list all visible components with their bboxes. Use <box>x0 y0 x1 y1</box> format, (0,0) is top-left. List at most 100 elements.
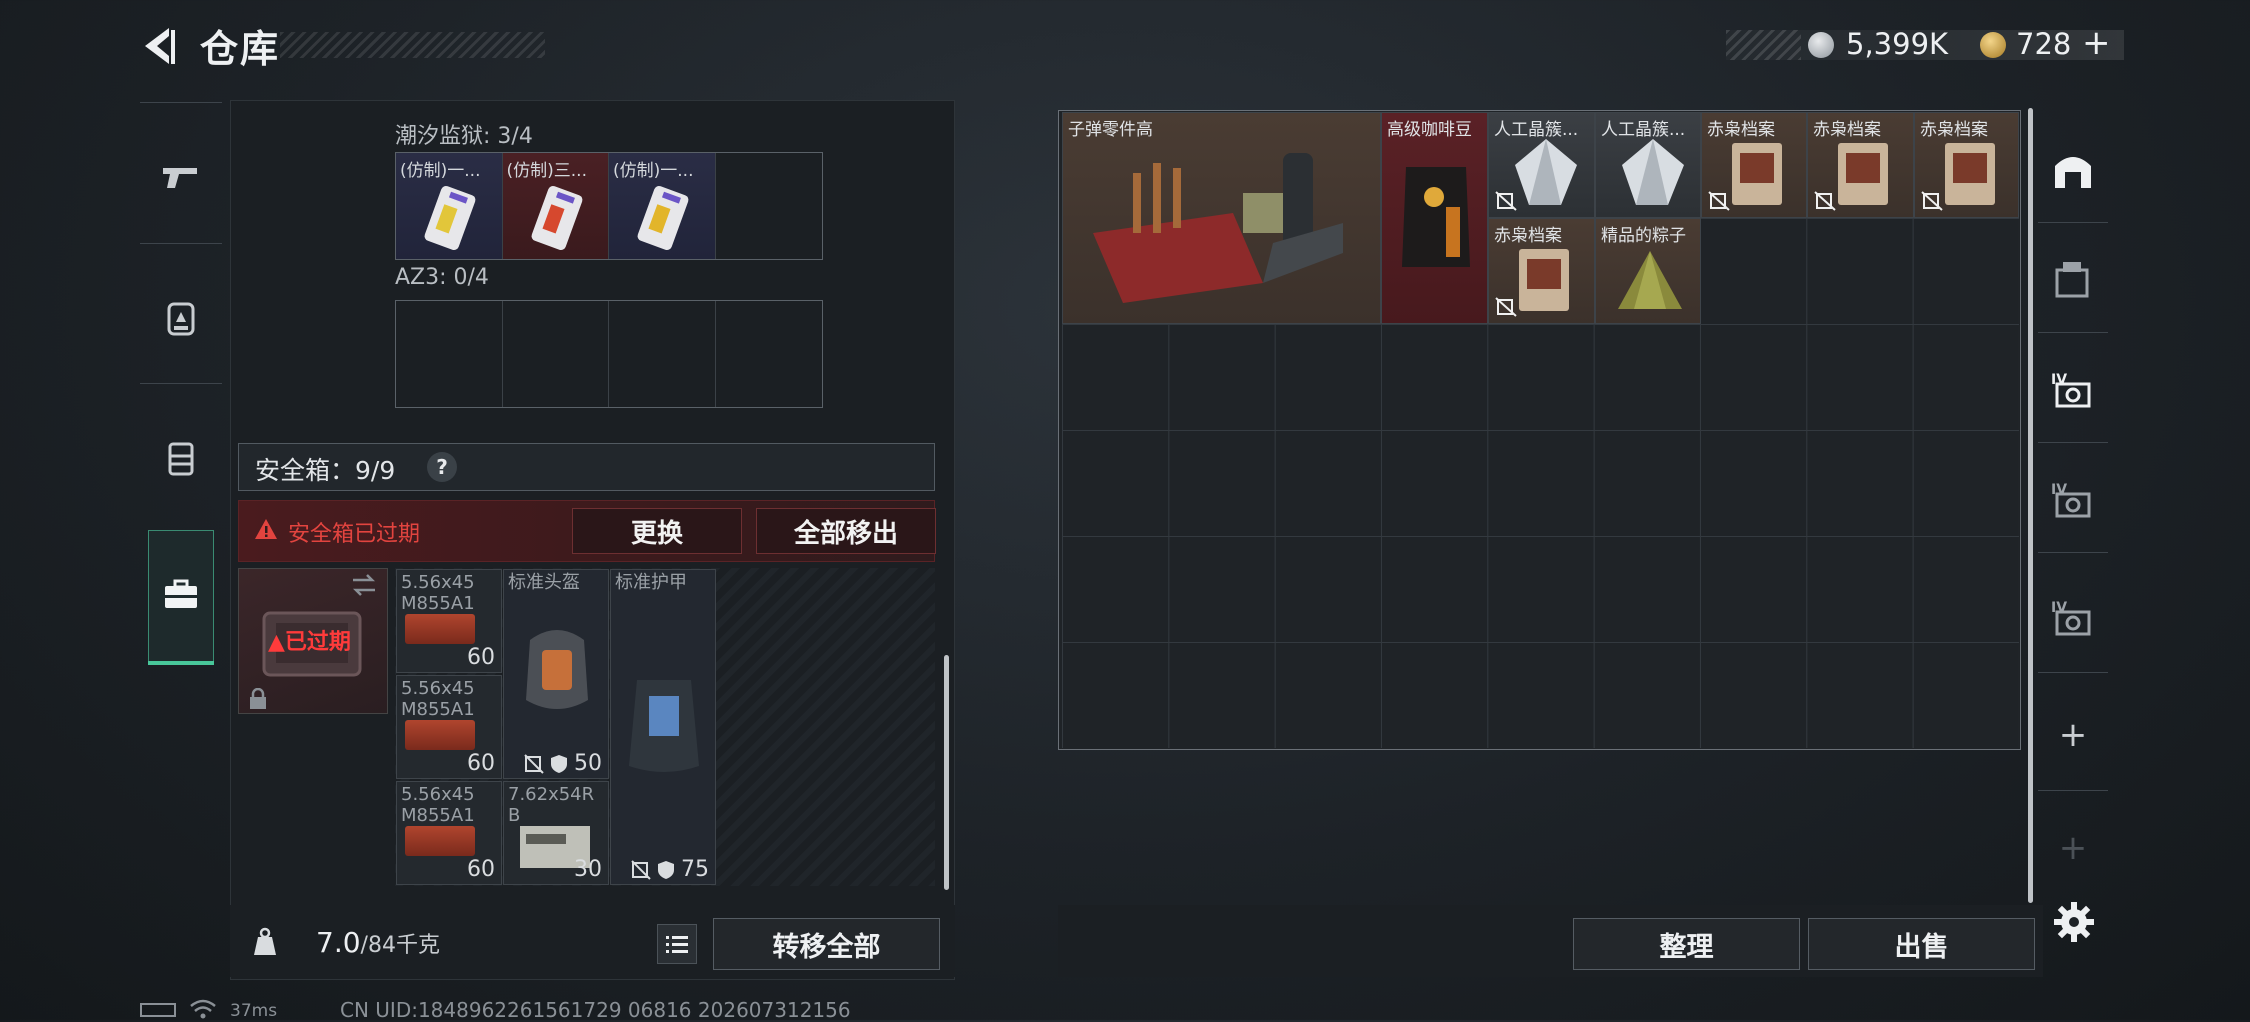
item-stats: 75 <box>631 857 709 882</box>
armor-icon <box>629 680 699 772</box>
gold-coin-icon <box>1980 32 2006 58</box>
stash-item[interactable]: 人工晶簇... <box>1488 112 1595 218</box>
swap-icon[interactable] <box>350 572 378 598</box>
helmet-item[interactable]: 标准头盔 50 <box>503 569 609 779</box>
item-stats: 50 <box>524 751 602 776</box>
stash-item[interactable]: 人工晶簇... <box>1595 112 1701 218</box>
list-icon <box>666 936 688 953</box>
empty-slot[interactable] <box>609 301 716 407</box>
tab-separator <box>2038 790 2108 791</box>
tab-separator <box>2038 672 2108 673</box>
ammo-item[interactable]: 5.56x45 M855A1 60 <box>396 675 502 779</box>
tab-separator <box>140 383 222 384</box>
lock-icon <box>250 688 266 709</box>
item-count: 60 <box>467 857 495 882</box>
stash-item[interactable]: 精品的粽子 <box>1595 218 1701 324</box>
weight-max: /84千克 <box>360 933 440 958</box>
az3-label: AZ3: 0/4 <box>395 265 489 290</box>
ammo-box-icon <box>405 826 475 856</box>
stash-crate-icon <box>2055 262 2089 298</box>
gear-icon[interactable] <box>2052 900 2096 944</box>
stash-item[interactable]: 高级咖啡豆 <box>1381 112 1488 324</box>
stash-item[interactable]: 赤枭档案 <box>1914 112 2019 218</box>
tidal-prison-label: 潮汐监狱: 3/4 <box>395 124 533 149</box>
tab-stash-iv-2[interactable]: IV <box>2038 460 2108 540</box>
tab-stash-main[interactable] <box>2038 130 2108 210</box>
keycard-name: (仿制)一... <box>400 161 481 181</box>
empty-slot[interactable] <box>716 153 823 259</box>
svg-text:IV: IV <box>2051 600 2067 616</box>
briefcase-icon <box>165 579 197 608</box>
keycard-slot[interactable]: (仿制)三... <box>502 153 609 259</box>
add-currency-button[interactable]: + <box>2082 23 2111 63</box>
scrollbar[interactable] <box>2028 108 2033 903</box>
workbench-icon <box>1093 153 1343 303</box>
tab-separator <box>2038 442 2108 443</box>
move-all-out-button[interactable]: 全部移出 <box>756 508 936 554</box>
tab-stash-2[interactable] <box>2038 240 2108 320</box>
empty-slot[interactable] <box>716 301 823 407</box>
list-view-button[interactable] <box>657 924 697 964</box>
tab-weapon[interactable] <box>140 128 222 228</box>
title-decoration <box>280 32 545 58</box>
sell-button[interactable]: 出售 <box>1808 918 2035 970</box>
stash-item[interactable]: 赤枭档案 <box>1807 112 1914 218</box>
shield-icon <box>551 754 567 773</box>
no-insure-icon <box>1495 191 1517 211</box>
help-button[interactable]: ? <box>427 452 457 482</box>
weight-icon <box>254 927 276 955</box>
tab-separator <box>140 102 222 103</box>
archive-icon <box>1519 249 1569 311</box>
add-stash-button-disabled[interactable]: + <box>2038 808 2108 888</box>
tab-stash-iv-3[interactable]: IV <box>2038 578 2108 658</box>
item-name: 赤枭档案 <box>1920 120 1988 140</box>
stash-item[interactable]: 赤枭档案 <box>1701 112 1807 218</box>
page-title: 仓库 <box>200 27 281 71</box>
keycard-slot[interactable]: (仿制)一... <box>396 153 503 259</box>
tab-backpack[interactable] <box>140 268 222 368</box>
battery-icon <box>140 1003 176 1017</box>
archive-icon <box>1732 143 1782 205</box>
back-arrow-icon[interactable] <box>135 22 183 70</box>
transfer-all-button[interactable]: 转移全部 <box>713 918 940 970</box>
empty-slot[interactable] <box>503 301 609 407</box>
item-name: 高级咖啡豆 <box>1387 120 1472 140</box>
archive-icon <box>1945 143 1995 205</box>
weight-current: 7.0 <box>316 926 361 959</box>
safebox-expired-text: 安全箱已过期 <box>288 522 421 547</box>
crystal-icon <box>1515 139 1577 205</box>
stash-arch-icon <box>2055 157 2091 188</box>
item-name: 标准头盔 <box>508 572 580 593</box>
item-name: 赤枭档案 <box>1707 120 1775 140</box>
tab-separator <box>140 243 222 244</box>
zongzi-icon <box>1618 251 1682 309</box>
ammo-item[interactable]: 5.56x45 M855A1 60 <box>396 569 502 673</box>
stash-item[interactable]: 赤枭档案 <box>1488 218 1595 324</box>
safebox-title: 安全箱：9/9 <box>255 456 396 485</box>
scrollbar[interactable] <box>944 655 949 890</box>
durability: 50 <box>574 751 602 776</box>
svg-text:IV: IV <box>2051 372 2067 388</box>
arrange-button[interactable]: 整理 <box>1573 918 1800 970</box>
empty-slot[interactable] <box>396 301 503 407</box>
ammo-box-icon <box>405 614 475 644</box>
currency-stripes <box>1726 30 1801 60</box>
keycard-slot[interactable]: (仿制)一... <box>609 153 716 259</box>
silver-amount: 5,399K <box>1846 27 1949 61</box>
armor-item[interactable]: 标准护甲 75 <box>610 569 716 885</box>
az3-grid <box>395 300 823 408</box>
tab-rig[interactable] <box>140 408 222 508</box>
tab-stash-iv-1[interactable]: IV <box>2038 350 2108 430</box>
item-name: 5.56x45 M855A1 <box>401 678 475 720</box>
item-name: 5.56x45 M855A1 <box>401 784 475 826</box>
item-name: 5.56x45 M855A1 <box>401 572 475 614</box>
ammo-item[interactable]: 5.56x45 M855A1 60 <box>396 781 502 885</box>
no-insure-icon <box>1921 191 1943 211</box>
add-stash-button[interactable]: + <box>2038 695 2108 775</box>
stash-item[interactable]: 子弹零件高 <box>1062 112 1381 324</box>
tab-separator <box>2038 552 2108 553</box>
replace-button[interactable]: 更换 <box>572 508 742 554</box>
expired-badge: ▲已过期 <box>268 630 351 655</box>
ammo-item[interactable]: 7.62x54R B 30 <box>503 781 609 885</box>
stash-iv-icon: IV <box>2051 482 2091 518</box>
